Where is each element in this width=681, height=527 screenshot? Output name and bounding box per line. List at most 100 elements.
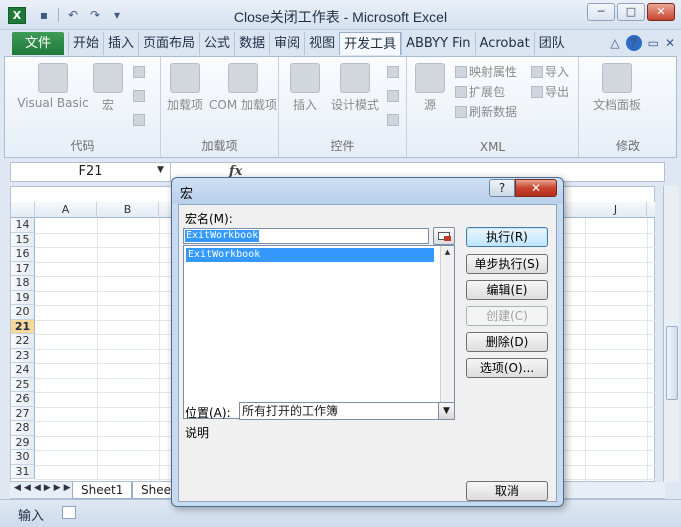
record-macro-button[interactable] xyxy=(133,65,147,79)
tab-developer[interactable]: 开发工具 xyxy=(339,32,402,55)
import-button[interactable]: 导入 xyxy=(531,63,569,80)
list-item[interactable]: ExitWorkbook xyxy=(186,248,434,262)
tab-review[interactable]: 审阅 xyxy=(269,32,304,55)
tab-data[interactable]: 数据 xyxy=(234,32,269,55)
macro-security-button[interactable] xyxy=(133,113,147,127)
group-addins: 加载项 COM 加载项 加载项 xyxy=(161,57,279,157)
gear-icon xyxy=(170,63,200,93)
options-button[interactable]: 选项(O)... xyxy=(466,358,548,378)
column-gridline xyxy=(159,218,160,482)
row-header[interactable]: 31 xyxy=(11,464,35,479)
properties-button[interactable] xyxy=(387,65,401,79)
name-box-dropdown-icon[interactable]: ▼ xyxy=(157,165,164,175)
expansion-packs-button[interactable]: 扩展包 xyxy=(455,83,505,100)
com-addins-button[interactable]: COM 加载项 xyxy=(207,63,279,113)
maximize-button[interactable]: □ xyxy=(617,3,645,21)
row-header[interactable]: 29 xyxy=(11,435,35,450)
row-header[interactable]: 28 xyxy=(11,421,35,436)
tab-page-layout[interactable]: 页面布局 xyxy=(138,32,199,55)
range-picker-arrow-icon xyxy=(444,236,451,241)
dialog-close-button[interactable]: ✕ xyxy=(515,179,557,197)
macro-list-scrollbar[interactable]: ▲ ▼ xyxy=(440,246,454,418)
row-header[interactable]: 19 xyxy=(11,290,35,305)
insert-control-button[interactable]: 插入 xyxy=(285,63,325,113)
macros-button[interactable]: 宏 xyxy=(93,63,123,113)
tab-acrobat[interactable]: Acrobat xyxy=(474,32,534,55)
run-button[interactable]: 执行(R) xyxy=(466,227,548,247)
row-header[interactable]: 24 xyxy=(11,363,35,378)
insert-control-label: 插入 xyxy=(292,98,317,112)
group-label-xml: XML xyxy=(479,140,506,154)
ribbon-developer: Visual Basic 宏 代码 加载项 COM 加载项 加载项 插入 设计模… xyxy=(4,56,677,158)
location-value: 所有打开的工作簿 xyxy=(242,404,339,418)
delete-button[interactable]: 删除(D) xyxy=(466,332,548,352)
sheet-tab-sheet1[interactable]: Sheet1 xyxy=(72,482,133,499)
properties-icon xyxy=(387,66,399,78)
document-panel-button[interactable]: 文档面板 xyxy=(587,63,647,113)
collapse-dialog-button[interactable] xyxy=(433,227,455,245)
restore-workbook-icon[interactable]: ▭ xyxy=(648,36,659,50)
tab-view[interactable]: 视图 xyxy=(304,32,339,55)
visual-basic-label: Visual Basic xyxy=(17,96,89,110)
minimize-button[interactable]: ─ xyxy=(587,3,615,21)
export-button[interactable]: 导出 xyxy=(531,83,569,100)
xml-source-button[interactable]: 源 xyxy=(413,63,447,113)
row-header[interactable]: 26 xyxy=(11,392,35,407)
macro-name-input[interactable]: ExitWorkbook xyxy=(183,228,429,244)
scrollbar-thumb[interactable] xyxy=(666,326,678,400)
row-header[interactable]: 14 xyxy=(11,218,35,233)
close-workbook-icon[interactable]: ✕ xyxy=(665,36,675,50)
scroll-up-icon[interactable]: ▲ xyxy=(443,248,452,258)
column-header-a[interactable]: A xyxy=(35,202,97,218)
refresh-data-label: 刷新数据 xyxy=(469,105,518,119)
dialog-help-button[interactable]: ? xyxy=(489,179,515,197)
refresh-data-button[interactable]: 刷新数据 xyxy=(455,103,517,120)
row-header[interactable]: 25 xyxy=(11,377,35,392)
map-properties-button[interactable]: 映射属性 xyxy=(455,63,517,80)
row-header[interactable]: 15 xyxy=(11,232,35,247)
addins-button[interactable]: 加载项 xyxy=(163,63,207,113)
row-header[interactable]: 20 xyxy=(11,305,35,320)
chevron-down-icon[interactable]: ▼ xyxy=(438,403,454,419)
macros-label: 宏 xyxy=(101,98,114,112)
vertical-scrollbar[interactable] xyxy=(663,186,679,482)
row-header[interactable]: 17 xyxy=(11,261,35,276)
tab-formulas[interactable]: 公式 xyxy=(199,32,234,55)
view-code-button[interactable] xyxy=(387,89,401,103)
export-icon xyxy=(531,86,543,98)
location-select[interactable]: 所有打开的工作簿 ▼ xyxy=(239,402,455,420)
tab-file[interactable]: 文件 xyxy=(12,32,64,55)
row-header[interactable]: 16 xyxy=(11,247,35,262)
edit-button[interactable]: 编辑(E) xyxy=(466,280,548,300)
relative-references-button[interactable] xyxy=(133,89,147,103)
ribbon-right-controls: △ ? ▭ ✕ xyxy=(610,35,675,51)
map-properties-icon xyxy=(455,66,467,78)
sheet-nav-buttons[interactable]: ◀◀◀▶▶▶ xyxy=(14,483,74,493)
select-all-corner[interactable] xyxy=(11,202,35,218)
macro-record-status-icon[interactable] xyxy=(62,506,76,519)
macro-list[interactable]: ExitWorkbook ▲ ▼ xyxy=(183,245,455,419)
tab-abbyy[interactable]: ABBYY Fin xyxy=(401,32,474,55)
visual-basic-button[interactable]: Visual Basic xyxy=(13,63,93,110)
row-header[interactable]: 22 xyxy=(11,334,35,349)
help-icon[interactable]: ? xyxy=(625,35,642,51)
tab-home[interactable]: 开始 xyxy=(68,32,103,55)
row-header[interactable]: 30 xyxy=(11,450,35,465)
tab-team[interactable]: 团队 xyxy=(533,32,569,55)
step-into-button[interactable]: 单步执行(S) xyxy=(466,254,548,274)
cancel-button[interactable]: 取消 xyxy=(466,481,548,501)
row-header[interactable]: 21 xyxy=(11,319,35,334)
design-mode-button[interactable]: 设计模式 xyxy=(327,63,383,113)
name-box[interactable]: F21 xyxy=(11,163,171,181)
column-header-b[interactable]: B xyxy=(97,202,159,218)
minimize-ribbon-icon[interactable]: △ xyxy=(610,36,619,50)
row-header[interactable]: 23 xyxy=(11,348,35,363)
close-window-button[interactable]: ✕ xyxy=(647,3,675,21)
view-code-icon xyxy=(387,90,399,102)
column-header-j[interactable]: J xyxy=(585,202,647,218)
tab-insert[interactable]: 插入 xyxy=(103,32,138,55)
create-button[interactable]: 创建(C) xyxy=(466,306,548,326)
run-dialog-button[interactable] xyxy=(387,113,401,127)
row-header[interactable]: 18 xyxy=(11,276,35,291)
row-header[interactable]: 27 xyxy=(11,406,35,421)
